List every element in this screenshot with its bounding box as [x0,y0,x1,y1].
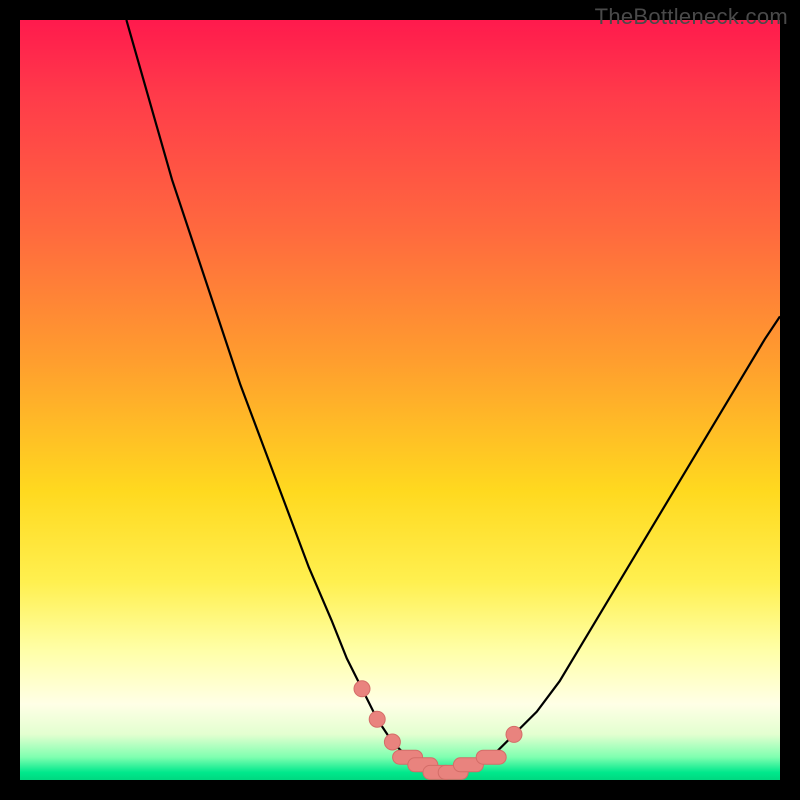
curve-marker [384,734,400,750]
watermark-text: TheBottleneck.com [595,4,788,30]
curve-marker [476,750,506,764]
curve-marker [369,711,385,727]
bottleneck-curve [126,20,780,772]
curve-marker [506,726,522,742]
curve-svg [20,20,780,780]
curve-marker [354,681,370,697]
chart-frame: TheBottleneck.com [0,0,800,800]
plot-area [20,20,780,780]
marker-group [354,681,522,780]
